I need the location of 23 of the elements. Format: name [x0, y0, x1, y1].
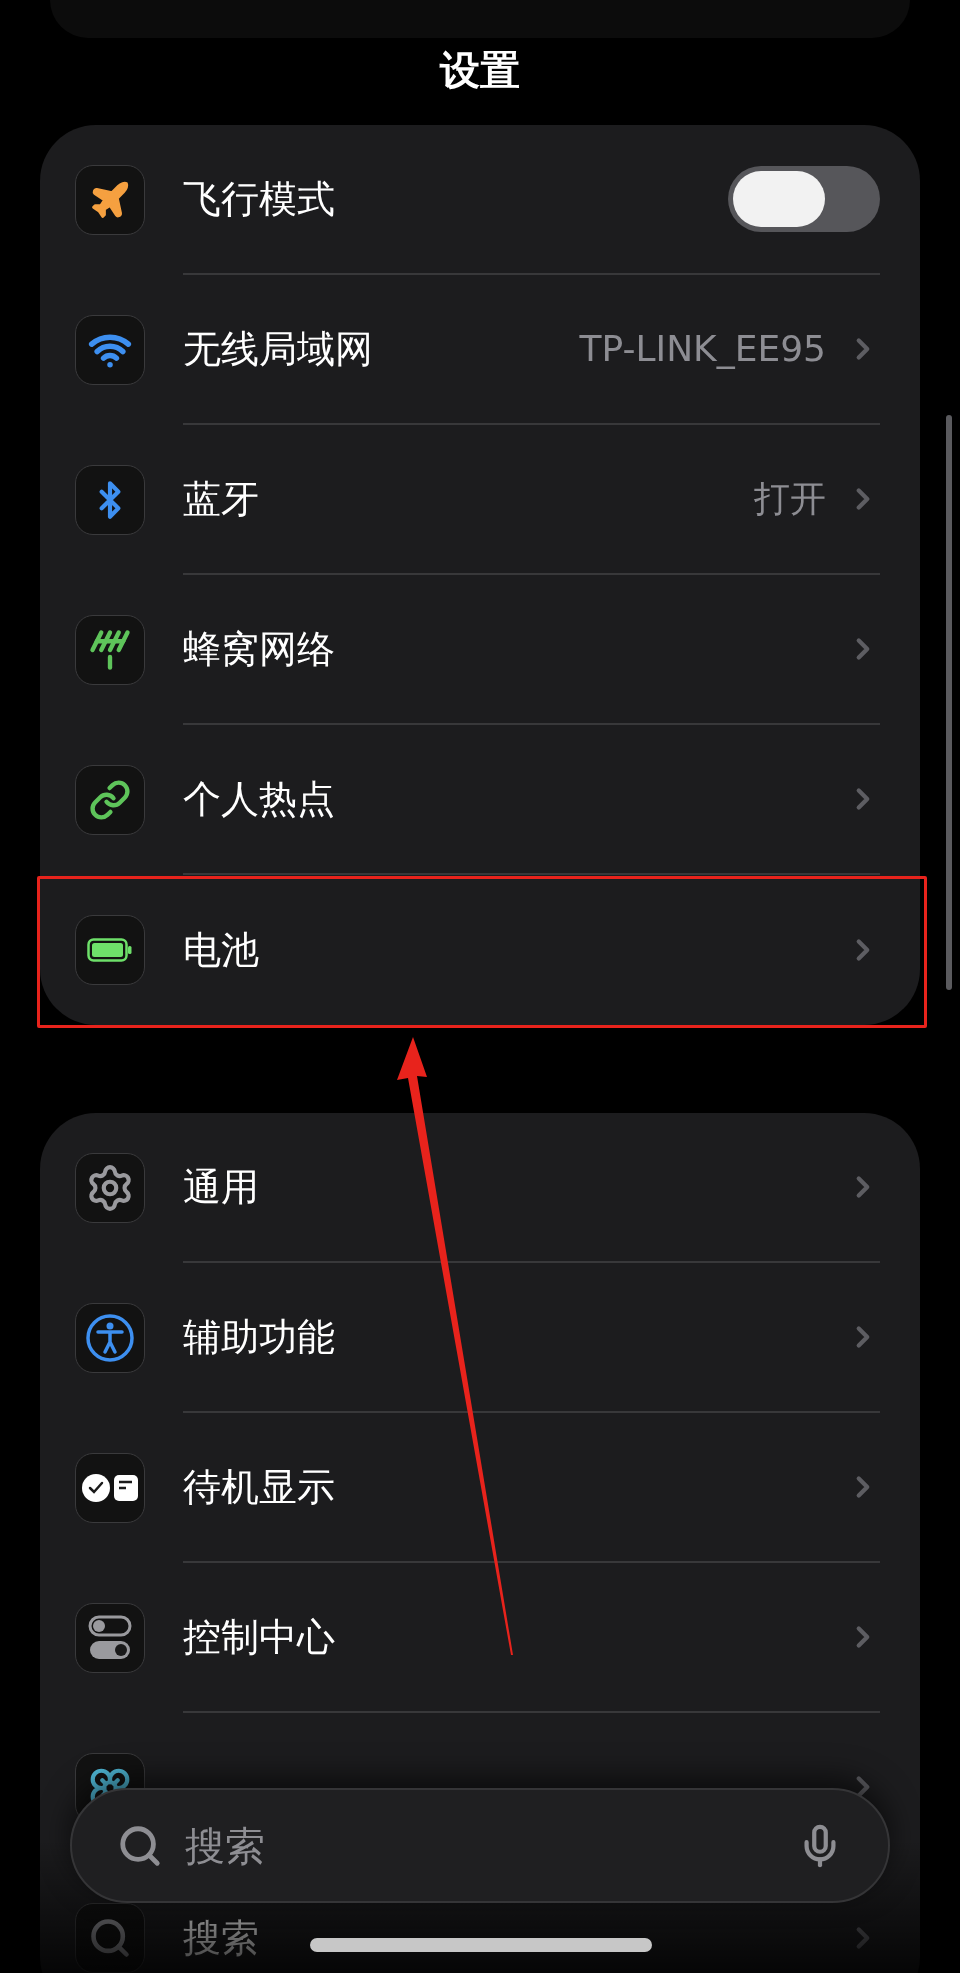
clock-and-widget-icon — [81, 1472, 139, 1504]
setting-label[interactable]: 飞行模式 — [183, 170, 335, 228]
setting-label[interactable]: 通用 — [183, 1158, 259, 1216]
battery-icon — [87, 938, 133, 962]
setting-label[interactable]: 无线局域网 — [183, 320, 373, 378]
link-icon — [89, 779, 131, 821]
accessibility-icon — [85, 1313, 135, 1363]
setting-label[interactable]: 待机显示 — [183, 1458, 335, 1516]
search-input[interactable]: 搜索 — [185, 1815, 797, 1876]
toggles-icon — [88, 1615, 132, 1661]
setting-value: TP-LINK_EE95 — [579, 327, 826, 371]
setting-label[interactable]: 蜂窝网络 — [183, 620, 335, 678]
page-title: 设置 — [440, 46, 520, 95]
setting-label[interactable]: 搜索 — [183, 1909, 259, 1967]
setting-label[interactable]: 个人热点 — [183, 770, 335, 828]
setting-label[interactable]: 蓝牙 — [183, 470, 259, 528]
setting-label[interactable]: 电池 — [183, 921, 259, 979]
search-icon — [88, 1916, 132, 1960]
antenna-icon — [89, 629, 131, 671]
search-field[interactable]: 搜索 — [70, 1788, 890, 1903]
setting-label[interactable]: 辅助功能 — [183, 1308, 335, 1366]
setting-label[interactable]: 控制中心 — [183, 1608, 335, 1666]
setting-value: 打开 — [754, 477, 826, 521]
